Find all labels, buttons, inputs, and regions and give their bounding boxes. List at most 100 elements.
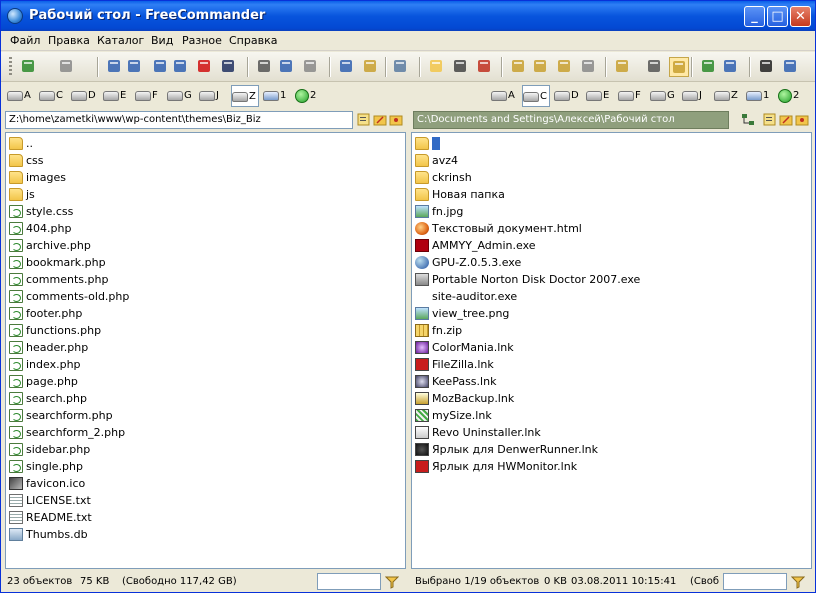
left-quick-filter-input[interactable] [317,573,381,590]
left-file-row[interactable]: 404.php [9,220,71,237]
right-tree-icon[interactable] [741,113,755,126]
menu-file[interactable]: Файл [10,34,40,47]
right-file-row[interactable]: Текстовый документ.html [415,220,582,237]
left-file-row[interactable]: index.php [9,356,81,373]
right-drive-a[interactable]: A [491,85,515,107]
right-file-row[interactable]: view_tree.png [415,305,509,322]
left-drive-f[interactable]: F [135,85,158,107]
tree-button[interactable] [613,57,633,77]
edit-button[interactable] [125,57,145,77]
left-file-row[interactable]: header.php [9,339,88,356]
left-file-row[interactable]: js [9,186,35,203]
left-file-row[interactable]: favicon.ico [9,475,85,492]
right-file-row[interactable]: Revo Uninstaller.lnk [415,424,541,441]
menu-edit[interactable]: Правка [48,34,90,47]
right-drive-2[interactable]: 2 [778,85,799,107]
right-drive-1[interactable]: 1 [746,85,769,107]
right-drive-f[interactable]: F [618,85,641,107]
upload-button[interactable] [361,57,381,77]
left-file-row[interactable]: .. [9,135,33,152]
copy-button[interactable] [151,57,171,77]
left-file-row[interactable]: searchform_2.php [9,424,125,441]
right-favorites-icon[interactable] [795,113,809,126]
cmd-button[interactable] [757,57,777,77]
filter-button[interactable] [475,57,495,77]
right-drive-c[interactable]: C [522,85,550,107]
menu-help[interactable]: Справка [229,34,277,47]
copy-clipboard-button[interactable] [277,57,297,77]
left-file-list[interactable]: .. css images js style.css 404.php archive.php… [5,132,406,569]
left-file-row[interactable]: page.php [9,373,78,390]
right-drive-j[interactable]: J [682,85,702,107]
right-file-row[interactable]: FileZilla.lnk [415,356,494,373]
left-file-row[interactable]: README.txt [9,509,92,526]
left-path-field[interactable]: Z:\home\zametki\www\wp-content\themes\Bi… [5,111,353,129]
left-file-row[interactable]: comments-old.php [9,288,129,305]
thumbnail-view-button[interactable] [669,57,689,77]
left-file-row[interactable]: footer.php [9,305,82,322]
left-drive-a[interactable]: A [7,85,31,107]
move-button[interactable] [171,57,191,77]
left-favorites-icon[interactable] [389,113,403,126]
right-filter-icon[interactable] [790,575,806,589]
favorite-button[interactable] [509,57,529,77]
right-drive-g[interactable]: G [650,85,675,107]
right-file-list[interactable]: avz4 ckrinsh Новая папка fn.jpg Текстовый до… [411,132,812,569]
detail-view-button[interactable] [645,57,665,77]
left-file-row[interactable]: style.css [9,203,73,220]
right-file-row[interactable]: Ярлык для DenwerRunner.lnk [415,441,598,458]
right-drive-d[interactable]: D [554,85,579,107]
refresh-button[interactable] [105,57,125,77]
left-file-row[interactable]: single.php [9,458,83,475]
right-file-row[interactable] [415,135,440,152]
right-file-row[interactable]: fn.zip [415,322,462,339]
left-drive-e[interactable]: E [103,85,126,107]
new-folder-button[interactable] [427,57,447,77]
back-button[interactable] [19,57,39,77]
left-file-row[interactable]: archive.php [9,237,91,254]
find-button[interactable] [219,57,239,77]
left-drive-d[interactable]: D [71,85,96,107]
left-file-row[interactable]: searchform.php [9,407,113,424]
right-quick-filter-input[interactable] [723,573,787,590]
binoculars-button[interactable] [451,57,471,77]
right-file-row[interactable]: avz4 [415,152,458,169]
left-file-row[interactable]: Thumbs.db [9,526,88,543]
left-drive-2[interactable]: 2 [295,85,316,107]
left-history-icon[interactable] [357,113,371,126]
left-drive-1[interactable]: 1 [263,85,286,107]
title-bar[interactable]: Рабочий стол - FreeCommander _ □ ✕ [1,1,815,31]
print-button[interactable] [579,57,599,77]
properties-button[interactable] [555,57,575,77]
left-file-row[interactable]: bookmark.php [9,254,106,271]
right-file-row[interactable]: KeePass.lnk [415,373,496,390]
right-file-row[interactable]: ckrinsh [415,169,472,186]
left-drive-z[interactable]: Z [231,85,259,107]
left-file-row[interactable]: comments.php [9,271,108,288]
left-file-row[interactable]: css [9,152,44,169]
windows-button[interactable] [721,57,741,77]
left-file-row[interactable]: images [9,169,66,186]
paste-button[interactable] [301,57,321,77]
left-drive-c[interactable]: C [39,85,63,107]
left-file-row[interactable]: functions.php [9,322,101,339]
cut-button[interactable] [255,57,275,77]
right-drive-z[interactable]: Z [714,85,738,107]
right-file-row[interactable]: Ярлык для HWMonitor.lnk [415,458,577,475]
delete-button[interactable] [195,57,215,77]
right-file-row[interactable]: Portable Norton Disk Doctor 2007.exe [415,271,640,288]
close-button[interactable]: ✕ [790,6,811,27]
right-drive-e[interactable]: E [586,85,609,107]
compare-button[interactable] [391,57,411,77]
right-file-row[interactable]: site-auditor.exe [415,288,517,305]
left-file-row[interactable]: LICENSE.txt [9,492,91,509]
toolbar-grip[interactable] [9,57,12,77]
menu-misc[interactable]: Разное [182,34,222,47]
left-drive-g[interactable]: G [167,85,192,107]
right-file-row[interactable]: MozBackup.lnk [415,390,514,407]
menu-view[interactable]: Вид [151,34,173,47]
left-drive-j[interactable]: J [199,85,219,107]
sync-button[interactable] [699,57,719,77]
left-filter-icon[interactable] [384,575,400,589]
right-path-field[interactable]: C:\Documents and Settings\Алексей\Рабочи… [413,111,729,129]
